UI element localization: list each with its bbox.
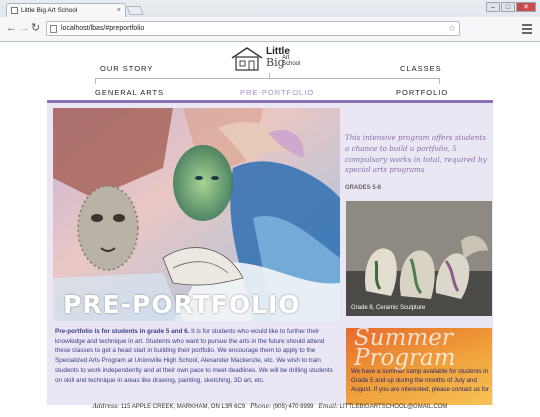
content-panel: PRE-PORTFOLIO This intensive program off…	[47, 100, 493, 405]
site-logo[interactable]: Little Big Art School	[230, 44, 320, 74]
browser-chrome: Little Big Art School × – □ ✕ ← → ↻ loca…	[0, 0, 540, 42]
footer-address-label: Address:	[92, 403, 120, 410]
tab-title: Little Big Art School	[21, 7, 78, 14]
description-lead: Pre-portfolio is for students in grade 5…	[55, 328, 190, 335]
close-window-button[interactable]: ✕	[516, 2, 536, 12]
page-icon	[50, 25, 57, 33]
reload-icon[interactable]: ↻	[31, 22, 40, 34]
favicon-icon	[11, 7, 18, 14]
browser-tab[interactable]: Little Big Art School ×	[6, 3, 126, 17]
address-url: localhost/lbas/#preportfolio	[61, 25, 145, 32]
description-body: It is for students who would like to fur…	[55, 328, 333, 384]
bookmark-star-icon[interactable]: ☆	[448, 22, 456, 35]
hero-title: PRE-PORTFOLIO	[63, 290, 301, 319]
footer-email[interactable]: LITTLEBIGARTSCHOOL@GMAIL.COM	[340, 404, 448, 410]
browser-toolbar: ← → ↻ localhost/lbas/#preportfolio ☆	[0, 17, 540, 41]
back-arrow-icon[interactable]: ←	[6, 22, 17, 34]
logo-text-art-school: Art School	[282, 55, 301, 67]
nav-divider-stem	[269, 73, 270, 79]
summer-program-title: Summer Program	[354, 328, 456, 371]
sculpture-caption: Grade 8, Ceramic Sculpture	[351, 305, 426, 311]
nav-classes[interactable]: CLASSES	[400, 64, 442, 73]
summer-program-text: We have a summer camp available for stud…	[351, 368, 489, 393]
footer-phone: (905) 470 8999	[272, 404, 314, 410]
forward-arrow-icon[interactable]: →	[19, 22, 30, 34]
nav-our-story[interactable]: OUR STORY	[100, 64, 153, 73]
nav-portfolio[interactable]: PORTFOLIO	[396, 88, 448, 97]
window-controls: – □ ✕	[486, 2, 536, 12]
nav-divider-left	[95, 78, 96, 84]
grades-label: GRADES 5-8	[345, 185, 382, 191]
summer-program-banner[interactable]: Summer Program We have a summer camp ava…	[346, 328, 492, 405]
maximize-button[interactable]: □	[501, 2, 515, 12]
tab-close-icon[interactable]: ×	[117, 4, 121, 17]
minimize-button[interactable]: –	[486, 2, 500, 12]
nav-general-arts[interactable]: GENERAL ARTS	[95, 88, 164, 97]
menu-icon[interactable]	[522, 24, 532, 36]
new-tab-button[interactable]	[126, 6, 144, 15]
footer-phone-label: Phone:	[250, 403, 272, 410]
hero-artwork-image: PRE-PORTFOLIO	[53, 108, 340, 321]
program-description: Pre-portfolio is for students in grade 5…	[55, 327, 339, 385]
nav-divider-horizontal	[95, 78, 440, 79]
footer-email-label: Email:	[318, 403, 339, 410]
nav-pre-portfolio[interactable]: PRE-PORTFOLIO	[240, 88, 314, 97]
nav-divider-right	[439, 78, 440, 84]
program-intro: This intensive program offers students a…	[345, 133, 487, 175]
ceramic-sculpture-image: Grade 8, Ceramic Sculpture	[346, 201, 492, 316]
web-page: Little Big Art School OUR STORY CLASSES G…	[0, 42, 540, 417]
footer-address: 115 APPLE CREEK, MARKHAM, ON L3R 6C9	[120, 404, 246, 410]
house-logo-icon	[231, 47, 263, 71]
address-bar[interactable]: localhost/lbas/#preportfolio ☆	[46, 21, 460, 36]
site-footer: Address: 115 APPLE CREEK, MARKHAM, ON L3…	[0, 403, 540, 410]
